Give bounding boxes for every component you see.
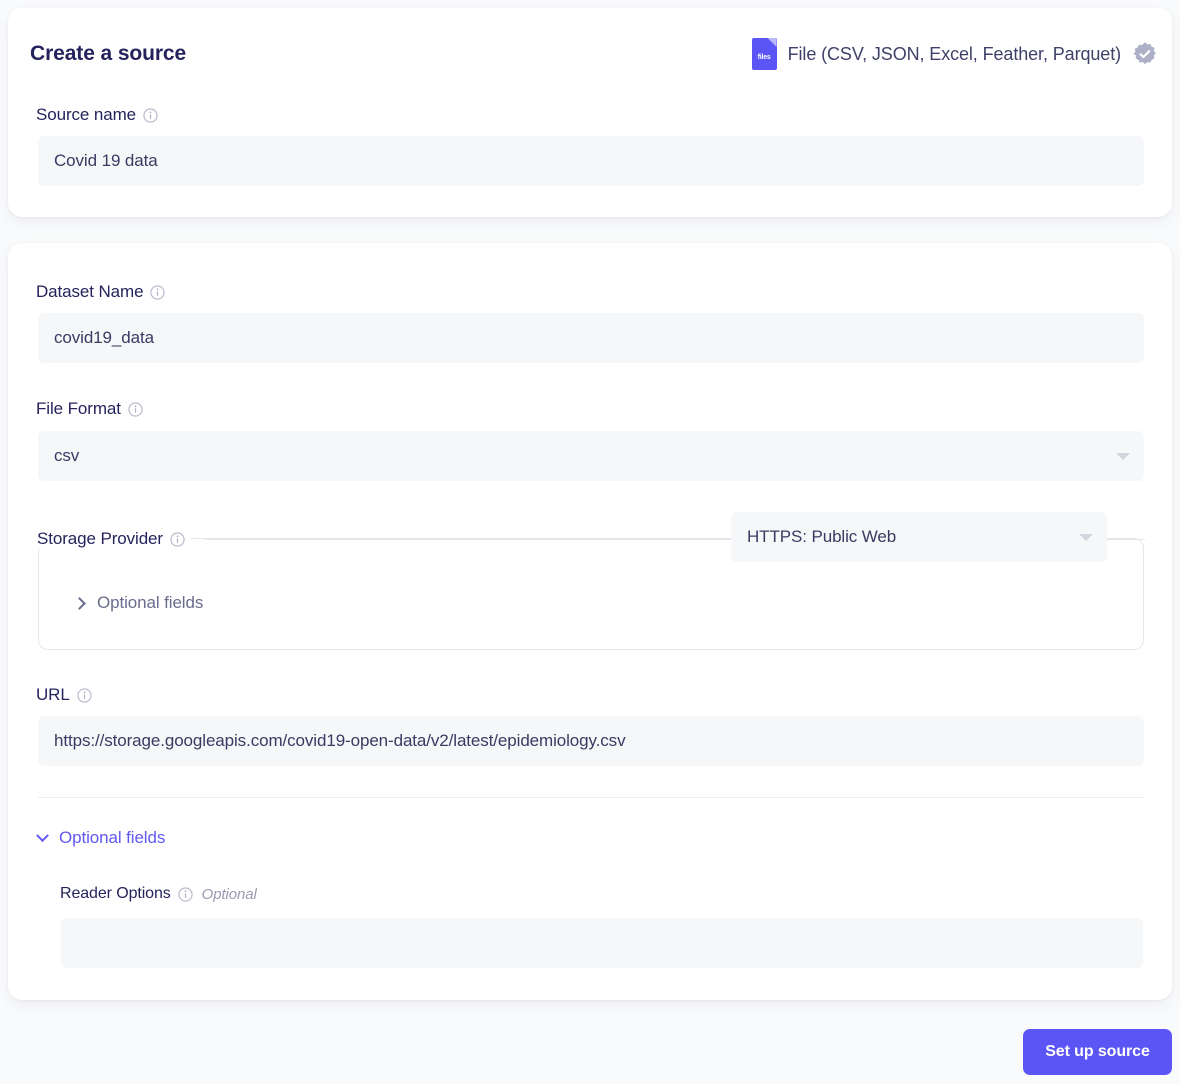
source-name-value: Covid 19 data [54,151,158,170]
file-format-value: csv [54,446,80,465]
storage-optional-fields-label: Optional fields [97,593,204,612]
storage-provider-label: Storage Provider [37,529,191,549]
optional-fields-toggle-label: Optional fields [59,828,166,847]
dataset-name-input[interactable]: covid19_data [38,313,1144,363]
info-icon[interactable] [150,284,166,300]
chevron-down-icon [1116,452,1130,460]
info-icon[interactable] [143,107,158,123]
file-icon: files [751,38,777,70]
url-value: https://storage.googleapis.com/covid19-o… [54,731,626,750]
storage-provider-value: HTTPS: Public Web [747,527,897,546]
chevron-down-icon [1079,533,1093,541]
source-name-label: Source name [36,105,158,125]
file-format-label-text: File Format [36,399,121,418]
info-icon[interactable] [128,401,143,417]
reader-options-input[interactable] [61,918,1143,968]
dataset-name-label-text: Dataset Name [36,282,144,301]
reader-options-label-text: Reader Options [60,885,171,902]
storage-provider-label-text: Storage Provider [37,529,163,548]
info-icon[interactable] [178,886,193,902]
storage-provider-fieldset: Storage Provider HTTPS: Public Web Optio… [37,512,1145,650]
file-format-select[interactable]: csv [38,431,1144,481]
chevron-right-icon [73,596,86,610]
verified-badge-icon [1133,42,1156,65]
dataset-name-value: covid19_data [54,328,154,347]
source-type-label: File (CSV, JSON, Excel, Feather, Parquet… [787,43,1121,64]
source-card-header: Create a source files File (CSV, JSON, E… [30,30,1158,78]
source-type-display: files File (CSV, JSON, Excel, Feather, P… [751,38,1158,70]
source-name-label-text: Source name [36,105,137,124]
url-input[interactable]: https://storage.googleapis.com/covid19-o… [38,716,1144,766]
reader-options-label: Reader Options Optional [60,885,257,903]
chevron-down-icon [36,828,49,842]
file-format-label: File Format [36,399,143,419]
create-source-page: Create a source files File (CSV, JSON, E… [0,0,1180,1084]
page-title: Create a source [30,42,187,65]
url-label-text: URL [36,685,70,704]
file-icon-label: files [757,54,771,61]
url-label: URL [36,685,92,705]
info-icon[interactable] [77,687,92,703]
optional-fields-toggle[interactable]: Optional fields [36,828,166,848]
storage-optional-fields-toggle[interactable]: Optional fields [73,593,204,613]
dataset-name-label: Dataset Name [36,282,166,302]
info-icon[interactable] [170,531,185,547]
section-divider [38,797,1144,798]
set-up-source-button[interactable]: Set up source [1023,1029,1172,1075]
reader-options-optional-tag: Optional [201,885,257,903]
storage-provider-select[interactable]: HTTPS: Public Web [731,512,1107,562]
source-name-input[interactable]: Covid 19 data [38,136,1144,186]
